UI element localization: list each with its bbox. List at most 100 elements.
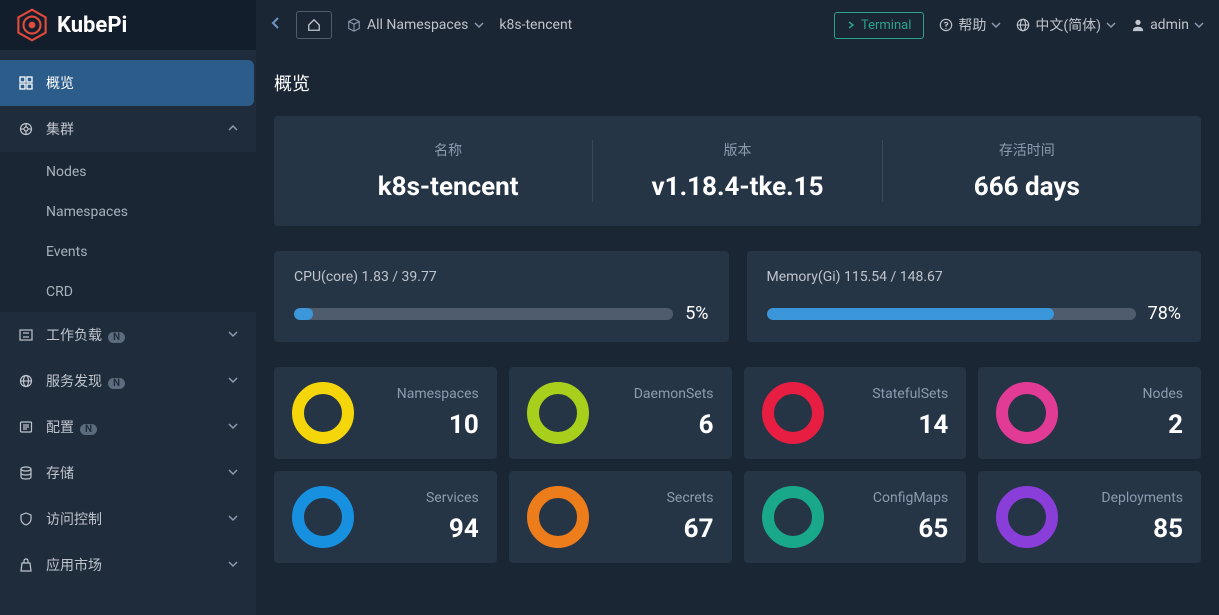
sidebar-item-namespaces[interactable]: Namespaces bbox=[0, 192, 256, 232]
sidebar-item-events[interactable]: Events bbox=[0, 232, 256, 272]
sidebar-item-label: 工作负载N bbox=[46, 325, 228, 345]
sidebar-item-cluster[interactable]: 集群 bbox=[0, 106, 256, 152]
home-button[interactable] bbox=[296, 11, 332, 39]
ring-icon bbox=[292, 382, 354, 444]
logo-text: KubePi bbox=[57, 13, 127, 38]
chevron-down-icon bbox=[228, 511, 238, 527]
sidebar-item-marketplace[interactable]: 应用市场 bbox=[0, 542, 256, 588]
help-icon bbox=[939, 18, 953, 32]
cpu-progress-bar bbox=[294, 308, 673, 320]
namespace-selector[interactable]: All Namespaces bbox=[347, 17, 484, 33]
resource-count: 85 bbox=[1058, 514, 1183, 544]
usage-label: CPU(core) 1.83 / 39.77 bbox=[294, 269, 709, 285]
info-value: v1.18.4-tke.15 bbox=[603, 172, 871, 202]
ring-icon bbox=[292, 486, 354, 548]
memory-percent: 78% bbox=[1148, 303, 1181, 324]
resource-info: DaemonSets6 bbox=[589, 386, 714, 440]
chevron-down-icon bbox=[228, 465, 238, 481]
sidebar-item-config[interactable]: 配置N bbox=[0, 404, 256, 450]
sidebar-item-crd[interactable]: CRD bbox=[0, 272, 256, 312]
home-icon bbox=[307, 18, 321, 32]
terminal-icon bbox=[847, 20, 857, 30]
sidebar: 概览 集群 Nodes Namespaces Events CRD 工作负载N … bbox=[0, 50, 256, 615]
resource-card-secrets[interactable]: Secrets67 bbox=[509, 471, 732, 563]
help-menu[interactable]: 帮助 bbox=[939, 15, 1001, 35]
info-col-name: 名称 k8s-tencent bbox=[304, 140, 593, 202]
ring-icon bbox=[762, 382, 824, 444]
resource-card-namespaces[interactable]: Namespaces10 bbox=[274, 367, 497, 459]
sidebar-item-label: Events bbox=[46, 244, 87, 260]
sidebar-item-service-discovery[interactable]: 服务发现N bbox=[0, 358, 256, 404]
info-label: 存活时间 bbox=[893, 140, 1161, 160]
sidebar-item-label: 访问控制 bbox=[46, 509, 228, 529]
memory-progress-bar bbox=[767, 308, 1136, 320]
workload-icon bbox=[18, 328, 34, 342]
sidebar-item-label: 配置N bbox=[46, 417, 228, 437]
sidebar-item-overview[interactable]: 概览 bbox=[0, 60, 254, 106]
badge: N bbox=[108, 332, 125, 343]
ring-icon bbox=[762, 486, 824, 548]
chevron-down-icon bbox=[474, 20, 484, 30]
cluster-info-card: 名称 k8s-tencent 版本 v1.18.4-tke.15 存活时间 66… bbox=[274, 116, 1201, 226]
config-icon bbox=[18, 420, 34, 434]
resource-info: Services94 bbox=[354, 490, 479, 544]
resource-name: Deployments bbox=[1058, 490, 1183, 506]
resource-count: 2 bbox=[1058, 410, 1183, 440]
info-label: 名称 bbox=[314, 140, 582, 160]
resource-card-statefulsets[interactable]: StatefulSets14 bbox=[744, 367, 967, 459]
resource-name: Namespaces bbox=[354, 386, 479, 402]
badge: N bbox=[80, 424, 97, 435]
language-menu[interactable]: 中文(简体) bbox=[1016, 15, 1116, 35]
language-label: 中文(简体) bbox=[1035, 15, 1101, 35]
memory-progress-fill bbox=[767, 308, 1055, 320]
resource-card-daemonsets[interactable]: DaemonSets6 bbox=[509, 367, 732, 459]
sidebar-item-label: 服务发现N bbox=[46, 371, 228, 391]
sidebar-item-label: 概览 bbox=[46, 73, 236, 93]
memory-usage-card: Memory(Gi) 115.54 / 148.67 78% bbox=[747, 251, 1202, 342]
back-button[interactable] bbox=[271, 16, 281, 34]
resource-info: Deployments 85 bbox=[1058, 490, 1183, 544]
resource-name: ConfigMaps bbox=[824, 490, 949, 506]
sidebar-item-access-control[interactable]: 访问控制 bbox=[0, 496, 256, 542]
user-icon bbox=[1131, 18, 1145, 32]
sidebar-item-workloads[interactable]: 工作负载N bbox=[0, 312, 256, 358]
shield-icon bbox=[18, 512, 34, 526]
resource-card-configmaps[interactable]: ConfigMaps 65 bbox=[744, 471, 967, 563]
terminal-button[interactable]: Terminal bbox=[834, 12, 924, 39]
chevron-down-icon bbox=[228, 373, 238, 389]
network-icon bbox=[18, 374, 34, 388]
info-col-version: 版本 v1.18.4-tke.15 bbox=[593, 140, 882, 202]
resource-info: Namespaces10 bbox=[354, 386, 479, 440]
resource-grid: Namespaces10 DaemonSets6 StatefulSets14 Nod… bbox=[274, 367, 1201, 563]
dashboard-icon bbox=[18, 76, 34, 90]
logo[interactable]: KubePi bbox=[0, 0, 256, 50]
resource-count: 65 bbox=[824, 514, 949, 544]
resource-card-nodes[interactable]: Nodes2 bbox=[978, 367, 1201, 459]
cpu-percent: 5% bbox=[685, 303, 708, 324]
info-label: 版本 bbox=[603, 140, 871, 160]
cube-icon bbox=[347, 18, 361, 32]
chevron-down-icon bbox=[228, 419, 238, 435]
resource-count: 6 bbox=[589, 410, 714, 440]
logo-icon bbox=[15, 8, 49, 42]
chevron-down-icon bbox=[1194, 20, 1204, 30]
namespace-label: All Namespaces bbox=[367, 17, 468, 33]
chevron-down-icon bbox=[991, 20, 1001, 30]
cpu-progress-fill bbox=[294, 308, 313, 320]
resource-card-services[interactable]: Services94 bbox=[274, 471, 497, 563]
sidebar-item-nodes[interactable]: Nodes bbox=[0, 152, 256, 192]
usage-label: Memory(Gi) 115.54 / 148.67 bbox=[767, 269, 1182, 285]
resource-count: 14 bbox=[824, 410, 949, 440]
main-content: 概览 名称 k8s-tencent 版本 v1.18.4-tke.15 存活时间… bbox=[256, 50, 1219, 615]
sidebar-item-storage[interactable]: 存储 bbox=[0, 450, 256, 496]
resource-info: StatefulSets14 bbox=[824, 386, 949, 440]
resource-info: ConfigMaps 65 bbox=[824, 490, 949, 544]
user-menu[interactable]: admin bbox=[1131, 17, 1204, 33]
chevron-down-icon bbox=[228, 557, 238, 573]
resource-count: 67 bbox=[589, 514, 714, 544]
breadcrumb-cluster: k8s-tencent bbox=[499, 17, 572, 33]
info-value: 666 days bbox=[893, 172, 1161, 202]
sidebar-item-label: 存储 bbox=[46, 463, 228, 483]
resource-name: Services bbox=[354, 490, 479, 506]
resource-card-deployments[interactable]: Deployments 85 bbox=[978, 471, 1201, 563]
